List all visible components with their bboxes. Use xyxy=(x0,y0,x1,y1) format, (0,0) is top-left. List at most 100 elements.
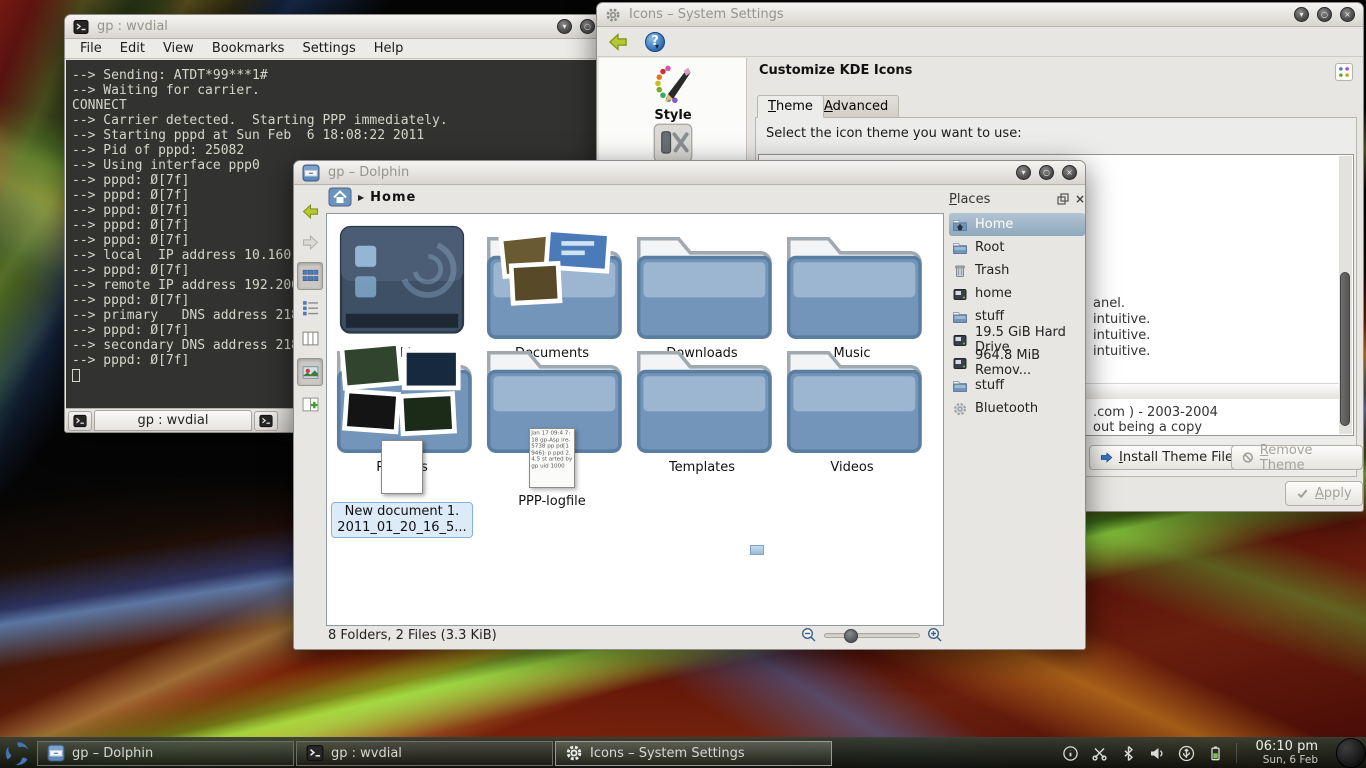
place-item-trash[interactable]: Trash xyxy=(949,259,1085,282)
menu-file[interactable]: File xyxy=(71,40,111,57)
close-panel-icon[interactable]: × xyxy=(1075,193,1085,205)
menu-settings[interactable]: Settings xyxy=(293,40,364,57)
file-item-new-document[interactable]: New document 1.2011_01_20_16_5... xyxy=(327,436,477,538)
theme-description-line: out being a copy xyxy=(1093,420,1202,435)
bluetooth-gear-icon xyxy=(952,401,968,417)
theme-list-fragment: intuitive. xyxy=(1093,344,1150,359)
gear-icon xyxy=(605,7,621,23)
task-manager: gp – Dolphin gp : wvdial Icons – System … xyxy=(37,741,832,766)
tab-theme[interactable]: Theme xyxy=(757,95,824,118)
back-button[interactable] xyxy=(297,197,323,225)
klipper-scissors-icon[interactable] xyxy=(1091,745,1108,762)
terminal-titlebar[interactable]: gp : wvdial ▾ ○ xyxy=(65,15,603,39)
menu-bookmarks[interactable]: Bookmarks xyxy=(203,40,294,57)
zoom-in-icon[interactable] xyxy=(927,627,943,643)
volume-icon[interactable] xyxy=(1149,745,1166,762)
folder-icon xyxy=(777,220,927,342)
zoom-out-icon[interactable] xyxy=(801,627,817,643)
dolphin-window[interactable]: gp – Dolphin ▾ ○ × ▶ Home Desktop Docume… xyxy=(293,160,1086,650)
icons-view-button[interactable] xyxy=(297,262,323,290)
bluetooth-icon[interactable] xyxy=(1120,745,1137,762)
folder-view[interactable]: Desktop Documents Downloads Music Pictur… xyxy=(326,213,944,626)
task-system-settings[interactable]: Icons – System Settings xyxy=(555,741,832,766)
dolphin-side-toolbar xyxy=(297,197,325,421)
chevron-down-icon[interactable]: ▾ xyxy=(655,42,659,51)
columns-view-icon xyxy=(302,330,319,347)
place-item-removable[interactable]: 964.8 MiB Remov... xyxy=(949,351,1085,374)
maximize-button[interactable]: ○ xyxy=(580,19,595,34)
folder-item-templates[interactable]: Templates xyxy=(627,334,777,475)
maximize-button[interactable]: ○ xyxy=(1317,7,1332,22)
forward-button[interactable] xyxy=(297,228,323,256)
logfile-preview-text: Jan 17 09:4 7:18 gp-Asp ire-5738 pp pd[1… xyxy=(530,429,574,471)
device-tools-icon[interactable] xyxy=(653,123,693,163)
minimize-button[interactable]: ▾ xyxy=(557,19,572,34)
menu-view[interactable]: View xyxy=(154,40,203,57)
overview-grid-icon[interactable] xyxy=(1335,63,1353,81)
close-button[interactable]: × xyxy=(1340,7,1355,22)
back-button[interactable] xyxy=(605,31,631,53)
digital-clock[interactable]: 06:10 pm Sun, 6 Feb xyxy=(1249,740,1324,767)
menu-edit[interactable]: Edit xyxy=(111,40,154,57)
icons-view-icon xyxy=(302,268,319,285)
place-item-bluetooth[interactable]: Bluetooth xyxy=(949,397,1085,420)
zoom-slider-track[interactable] xyxy=(824,633,920,638)
task-wvdial[interactable]: gp : wvdial xyxy=(296,741,553,766)
float-panel-icon[interactable] xyxy=(1057,193,1069,205)
minimize-button[interactable]: ▾ xyxy=(1294,7,1309,22)
help-button-group[interactable]: ? ▾ xyxy=(645,32,659,52)
folder-item-videos[interactable]: Videos xyxy=(777,334,927,475)
home-icon[interactable] xyxy=(328,187,352,207)
zoom-slider-handle[interactable] xyxy=(844,629,858,643)
breadcrumb-separator: ▶ xyxy=(358,193,364,202)
details-view-button[interactable] xyxy=(297,293,323,321)
split-tab-button[interactable] xyxy=(254,411,278,431)
place-item-home[interactable]: Home xyxy=(949,213,1085,236)
battery-icon[interactable] xyxy=(1207,745,1224,762)
split-view-button[interactable] xyxy=(297,390,323,418)
preview-toggle-button[interactable] xyxy=(297,358,323,386)
sidebar-item-style[interactable]: Style xyxy=(599,64,747,163)
info-icon[interactable] xyxy=(1062,745,1079,762)
folder-icon xyxy=(952,309,968,325)
terminal-icon xyxy=(306,744,324,762)
dolphin-titlebar[interactable]: gp – Dolphin ▾ ○ × xyxy=(294,161,1085,185)
terminal-tab[interactable]: gp : wvdial xyxy=(94,410,252,431)
task-label: Icons – System Settings xyxy=(590,746,745,761)
scrollbar-track[interactable] xyxy=(1339,156,1352,434)
menu-help[interactable]: Help xyxy=(365,40,413,57)
zoom-control xyxy=(801,627,943,643)
task-label: gp : wvdial xyxy=(331,746,402,761)
settings-window-title: Icons – System Settings xyxy=(629,7,784,22)
usb-device-icon[interactable] xyxy=(1178,745,1195,762)
tab-advanced[interactable]: Advanced xyxy=(813,95,899,118)
minimize-button[interactable]: ▾ xyxy=(1016,165,1031,180)
place-item-home-partition[interactable]: home xyxy=(949,282,1085,305)
breadcrumb-home[interactable]: Home xyxy=(370,190,416,205)
app-launcher-button[interactable] xyxy=(0,738,34,768)
checkmark-icon xyxy=(1296,487,1309,500)
folder-label: Videos xyxy=(777,460,927,475)
theme-list-fragment: anel. xyxy=(1093,296,1125,311)
task-dolphin[interactable]: gp – Dolphin xyxy=(37,741,294,766)
blank-document-icon xyxy=(381,440,423,494)
remove-theme-button[interactable]: Remove Theme xyxy=(1231,445,1363,470)
place-label: stuff xyxy=(975,309,1004,324)
place-item-root[interactable]: Root xyxy=(949,236,1085,259)
new-tab-button[interactable] xyxy=(68,411,92,431)
folder-icon xyxy=(627,220,777,342)
tray-divider xyxy=(1236,743,1237,763)
theme-description-line: .com ) - 2003-2004 xyxy=(1093,405,1218,420)
panel-toolbox-cashew[interactable] xyxy=(1336,738,1366,768)
apply-button[interactable]: Apply xyxy=(1285,481,1363,506)
terminal-icon xyxy=(73,414,87,428)
maximize-button[interactable]: ○ xyxy=(1039,165,1054,180)
close-button[interactable]: × xyxy=(1062,165,1077,180)
settings-titlebar[interactable]: Icons – System Settings ▾ ○ × xyxy=(597,3,1363,27)
documents-folder-icon xyxy=(477,220,627,342)
file-item-ppp-logfile[interactable]: Jan 17 09:4 7:18 gp-Asp ire-5738 pp pd[1… xyxy=(477,428,627,509)
place-label: stuff xyxy=(975,378,1004,393)
scrollbar-thumb[interactable] xyxy=(1340,272,1350,426)
clock-date: Sun, 6 Feb xyxy=(1255,754,1318,766)
columns-view-button[interactable] xyxy=(297,324,323,352)
